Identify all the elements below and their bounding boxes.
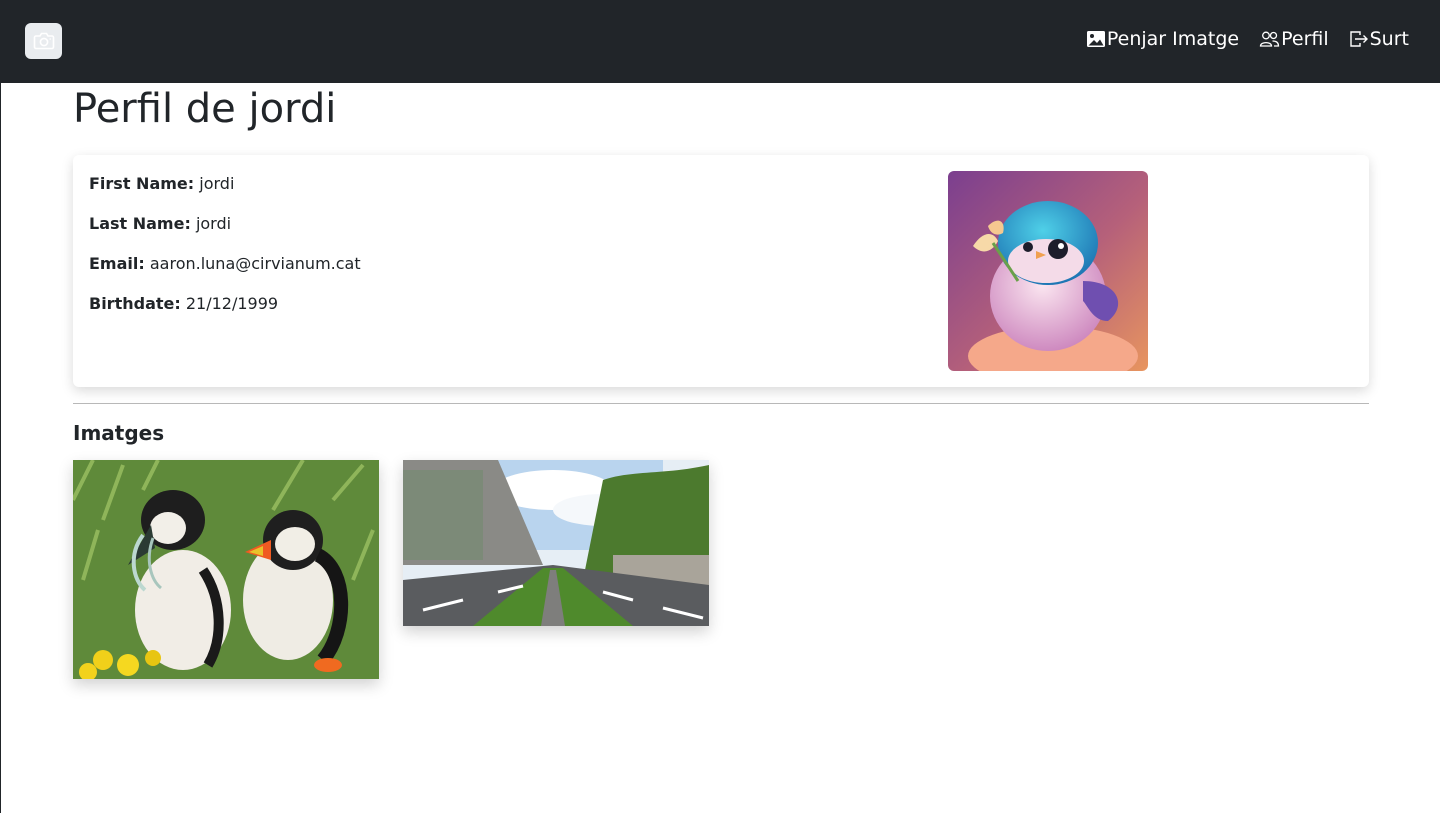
- page-left-border: [0, 0, 1, 813]
- last-name-label: Last Name:: [89, 214, 191, 233]
- gallery-image[interactable]: [403, 460, 709, 626]
- nav-logout-label: Surt: [1369, 28, 1409, 50]
- profile-avatar: [948, 171, 1148, 371]
- birthdate-field: Birthdate: 21/12/1999: [89, 292, 278, 316]
- email-label: Email:: [89, 254, 145, 273]
- navbar: Penjar Imatge Perfil Surt: [0, 0, 1440, 83]
- nav-logout-link[interactable]: Surt: [1349, 25, 1409, 53]
- logout-icon: [1349, 31, 1368, 47]
- email-field: Email: aaron.luna@cirvianum.cat: [89, 252, 361, 276]
- nav-profile-label: Perfil: [1281, 28, 1329, 50]
- images-section-title: Imatges: [73, 421, 165, 445]
- birthdate-label: Birthdate:: [89, 294, 181, 313]
- profile-card: First Name: jordi Last Name: jordi Email…: [73, 155, 1369, 387]
- road-image: [403, 460, 709, 626]
- bird-avatar-image: [948, 171, 1148, 371]
- nav-upload-image-label: Penjar Imatge: [1106, 28, 1240, 50]
- brand-logo[interactable]: [25, 23, 62, 59]
- first-name-field: First Name: jordi: [89, 172, 234, 196]
- last-name-field: Last Name: jordi: [89, 212, 231, 236]
- birthdate-value: 21/12/1999: [185, 294, 279, 313]
- first-name-value: jordi: [199, 174, 235, 193]
- gallery-image[interactable]: [73, 460, 379, 679]
- image-icon: [1086, 31, 1105, 47]
- puffins-image: [73, 460, 379, 679]
- last-name-value: jordi: [195, 214, 232, 233]
- page-title: Perfil de jordi: [73, 86, 337, 132]
- email-value: aaron.luna@cirvianum.cat: [149, 254, 361, 273]
- nav-links: Penjar Imatge Perfil Surt: [1066, 25, 1409, 53]
- section-divider: [73, 403, 1369, 404]
- nav-profile-link[interactable]: Perfil: [1259, 25, 1329, 53]
- camera-icon: [33, 32, 54, 50]
- first-name-label: First Name:: [89, 174, 195, 193]
- nav-upload-image-link[interactable]: Penjar Imatge: [1086, 25, 1239, 53]
- people-icon: [1259, 31, 1280, 47]
